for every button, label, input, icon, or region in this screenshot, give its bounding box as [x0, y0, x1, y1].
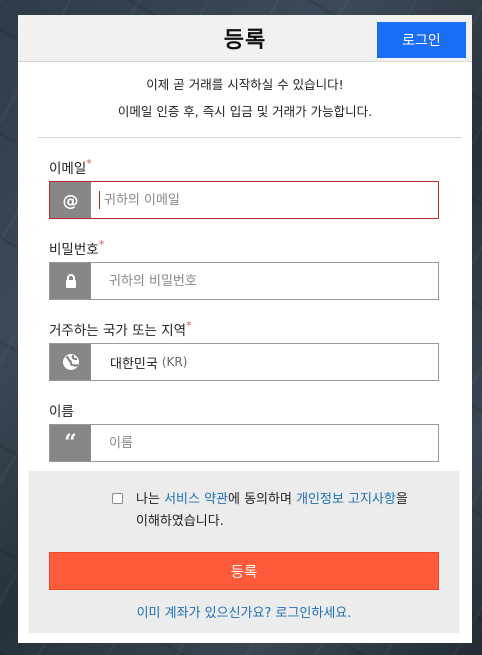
email-input-row: @ [49, 181, 439, 219]
lock-icon [50, 263, 91, 299]
password-label: 비밀번호* [49, 238, 105, 258]
agree-checkbox[interactable] [112, 493, 123, 504]
modal-header: 등록 로그인 [18, 15, 472, 62]
login-link[interactable]: 이미 계좌가 있으신가요? 로그인하세요. [29, 602, 459, 621]
country-field-group: 거주하는 국가 또는 지역* 대한민국 (KR) [49, 319, 439, 381]
intro-line-2: 이메일 인증 후, 즉시 입금 및 거래가 가능합니다. [117, 104, 373, 119]
intro-line-1: 이제 곧 거래를 시작하실 수 있습니다! [146, 77, 344, 92]
email-input[interactable] [100, 182, 438, 218]
country-select[interactable]: 대한민국 (KR) [49, 343, 439, 381]
country-value: 대한민국 (KR) [110, 355, 188, 372]
at-icon: @ [50, 182, 91, 218]
password-input[interactable] [91, 263, 438, 299]
name-field-group: 이름 “ [49, 400, 439, 462]
globe-icon [50, 344, 91, 380]
agreement-text: 나는 서비스 약관에 동의하며 개인정보 고지사항을 이해하였습니다. [136, 492, 408, 529]
register-button[interactable]: 등록 [49, 552, 439, 590]
terms-link[interactable]: 서비스 약관 [164, 492, 228, 507]
name-input[interactable] [91, 425, 438, 461]
name-label: 이름 [49, 404, 74, 420]
name-input-row: “ [49, 424, 439, 462]
intro-text: 이제 곧 거래를 시작하실 수 있습니다! 이메일 인증 후, 즉시 입금 및 … [18, 62, 472, 125]
register-modal: 등록 로그인 이제 곧 거래를 시작하실 수 있습니다! 이메일 인증 후, 즉… [18, 15, 472, 643]
country-label: 거주하는 국가 또는 지역* [49, 319, 192, 339]
divider [38, 137, 462, 138]
login-button[interactable]: 로그인 [377, 22, 466, 58]
email-label: 이메일* [49, 157, 92, 177]
footer-box: 나는 서비스 약관에 동의하며 개인정보 고지사항을 이해하였습니다. 등록 이… [29, 471, 459, 633]
email-field-group: 이메일* @ [49, 157, 439, 219]
password-field-group: 비밀번호* [49, 238, 439, 300]
password-input-row [49, 262, 439, 300]
privacy-link[interactable]: 개인정보 고지사항 [296, 492, 396, 507]
modal-title: 등록 [223, 28, 267, 53]
quote-icon: “ [50, 425, 91, 461]
